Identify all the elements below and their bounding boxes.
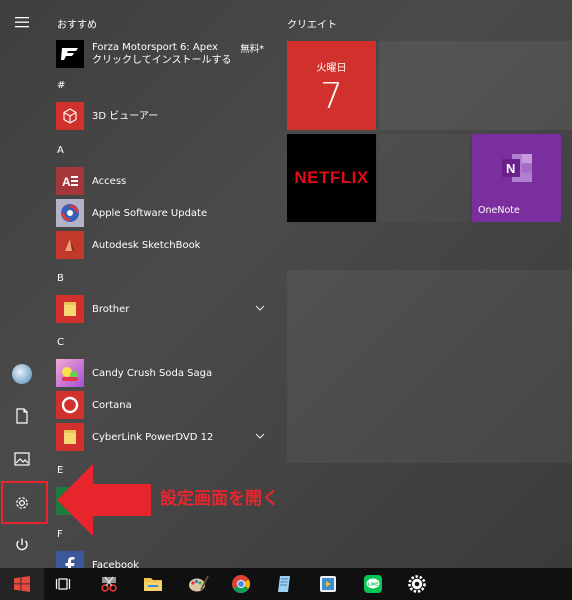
windows-start-icon [14,576,30,592]
empty-tile [379,134,469,222]
app-label: Candy Crush Soda Saga [92,367,213,379]
paint-button[interactable] [181,568,215,600]
netflix-logo: NETFLIX [294,168,369,187]
line-button[interactable]: LINE [356,568,390,600]
section-header-a[interactable]: A [57,145,64,156]
folder-icon [56,423,84,451]
app-label: Access [92,175,127,187]
chevron-down-icon[interactable] [254,302,266,314]
start-button[interactable] [0,568,44,600]
app-label: 3D ビューアー [92,110,159,122]
tile-group-title: クリエイト [287,20,337,31]
app-autodesk-sketchbook[interactable]: Autodesk SketchBook [56,230,274,260]
user-account-button[interactable] [0,352,44,396]
media-player-icon [320,576,336,592]
file-explorer-button[interactable] [136,568,170,600]
expand-menu-button[interactable] [0,0,44,44]
access-icon: A [56,167,84,195]
calendar-weekday: 火曜日 [316,63,347,74]
app-3d-viewer[interactable]: 3D ビューアー [56,101,274,131]
line-icon: LINE [364,575,382,593]
settings-gear-icon [408,575,426,593]
hamburger-icon [15,17,29,28]
empty-tile [379,41,572,130]
annotation-caption: 設定画面を開く [160,489,279,509]
notepad-icon [278,576,290,592]
snipping-tool-button[interactable] [92,568,126,600]
forza-icon [56,40,84,68]
facebook-icon [56,551,84,568]
section-header-b[interactable]: B [57,273,64,284]
svg-text:A: A [62,175,71,189]
file-explorer-icon [144,578,162,591]
app-access[interactable]: A Access [56,166,274,196]
pictures-button[interactable] [0,437,44,481]
empty-tile [287,270,572,463]
section-header-hash[interactable]: # [57,80,65,91]
app-forza[interactable]: Forza Motorsport 6: Apex クリックしてインストールする … [56,38,274,70]
app-facebook[interactable]: Facebook [56,550,274,568]
cortana-icon [56,391,84,419]
svg-text:LINE: LINE [368,581,378,586]
taskbar: LINE [0,568,572,600]
red-arrow-annotation [57,464,151,536]
task-view-button[interactable] [46,568,80,600]
app-apple-software-update[interactable]: Apple Software Update [56,198,274,228]
app-title: Forza Motorsport 6: Apex [92,42,218,53]
sketchbook-icon [56,231,84,259]
section-header-recommended: おすすめ [57,20,97,31]
app-cyberlink-powerdvd[interactable]: CyberLink PowerDVD 12 [56,422,274,452]
app-label: Apple Software Update [92,207,208,219]
settings-highlight-box [1,481,48,524]
notepad-button[interactable] [268,568,302,600]
app-label: Brother [92,303,130,315]
app-label: Facebook [92,559,139,569]
media-player-button[interactable] [311,568,345,600]
app-label: Autodesk SketchBook [92,239,201,251]
paint-icon [189,575,209,592]
app-brother[interactable]: Brother [56,294,274,324]
documents-button[interactable] [0,394,44,438]
avatar [12,364,32,384]
app-label: Cortana [92,399,132,411]
onenote-icon: N [502,154,532,182]
onenote-label: OneNote [478,205,520,216]
app-subtitle: クリックしてインストールする [92,55,232,66]
folder-icon [56,295,84,323]
chrome-icon [232,575,250,594]
settings-taskbar-button[interactable] [400,568,434,600]
chevron-down-icon[interactable] [254,430,266,442]
task-view-icon [55,578,71,590]
apple-update-icon [56,199,84,227]
onenote-tile[interactable]: N OneNote [472,134,561,222]
chrome-button[interactable] [224,568,258,600]
power-icon [16,538,28,551]
section-header-c[interactable]: C [57,337,64,348]
power-button[interactable] [0,523,44,567]
svg-text:N: N [506,161,515,176]
app-candy-crush[interactable]: Candy Crush Soda Saga [56,358,274,388]
cube-icon [56,102,84,130]
netflix-tile[interactable]: NETFLIX [287,134,376,222]
candy-crush-icon [56,359,84,387]
app-label: CyberLink PowerDVD 12 [92,431,214,443]
free-badge: 無料* [240,44,264,55]
app-cortana[interactable]: Cortana [56,390,274,420]
snipping-tool-icon [101,576,117,592]
calendar-day: 7 [320,76,343,117]
document-icon [16,408,28,424]
pictures-icon [14,452,30,466]
calendar-tile[interactable]: 火曜日 7 [287,41,376,130]
